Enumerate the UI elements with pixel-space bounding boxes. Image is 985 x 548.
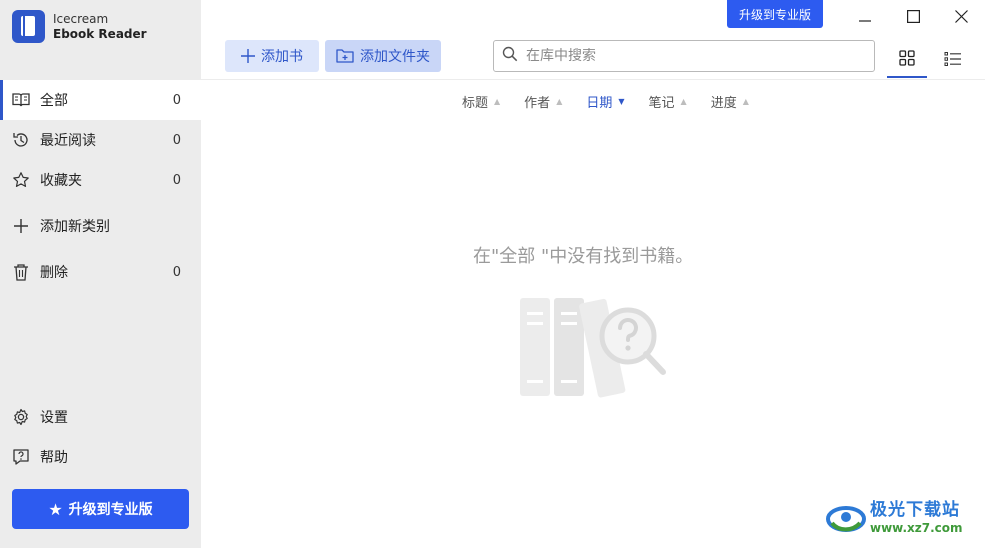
- empty-books-search-icon: [515, 292, 675, 406]
- search-box: [493, 40, 875, 72]
- sidebar-item-label: 全部: [40, 93, 68, 109]
- upgrade-top-button[interactable]: 升级到专业版: [727, 0, 823, 28]
- maximize-icon: [906, 9, 920, 23]
- folder-add-icon: [336, 48, 354, 64]
- sort-label: 作者: [524, 96, 551, 111]
- sort-up-icon: ▲: [494, 97, 501, 106]
- maximize-button[interactable]: [893, 2, 933, 30]
- add-book-button[interactable]: 添加书: [225, 40, 319, 72]
- watermark-url: www.xz7.com: [870, 521, 963, 535]
- grid-view-icon: [899, 50, 915, 66]
- grid-view-button[interactable]: [887, 40, 927, 78]
- app-name-line1: Icecream: [53, 11, 109, 26]
- sidebar-item-favorites[interactable]: 收藏夹 0: [0, 160, 201, 200]
- list-view-icon: [944, 52, 961, 66]
- sort-label: 标题: [462, 96, 489, 111]
- sort-label: 日期: [586, 96, 613, 111]
- book-open-icon: [12, 91, 30, 109]
- add-folder-label: 添加文件夹: [360, 49, 430, 65]
- sort-by-notes[interactable]: 笔记 ▲: [649, 92, 687, 111]
- star-icon: [12, 171, 30, 189]
- close-button[interactable]: [941, 2, 981, 30]
- sort-by-date[interactable]: 日期 ▼: [586, 92, 624, 111]
- app-logo-icon: [12, 10, 45, 43]
- minimize-icon: [859, 20, 871, 22]
- sort-by-author[interactable]: 作者 ▲: [524, 92, 562, 111]
- search-icon: [502, 46, 518, 66]
- sidebar-item-settings[interactable]: 设置: [0, 397, 201, 437]
- sidebar-bottom-nav: 设置 帮助: [0, 397, 201, 477]
- sidebar-item-label: 添加新类别: [40, 219, 110, 235]
- sidebar-item-count: 0: [172, 132, 181, 148]
- sort-up-icon: ▲: [680, 97, 687, 106]
- minimize-button[interactable]: [845, 2, 885, 30]
- watermark: 极光下载站 www.xz7.com: [826, 497, 963, 541]
- search-input[interactable]: [526, 48, 856, 64]
- upgrade-pro-label: 升级到专业版: [68, 502, 153, 518]
- app-name-line2: Ebook Reader: [53, 26, 147, 41]
- add-folder-button[interactable]: 添加文件夹: [325, 40, 441, 72]
- close-icon: [954, 9, 968, 23]
- sort-label: 笔记: [648, 96, 675, 111]
- watermark-logo-icon: [826, 497, 866, 541]
- sort-up-icon: ▲: [556, 97, 563, 106]
- sort-by-progress[interactable]: 进度 ▲: [711, 92, 749, 111]
- sort-label: 进度: [710, 96, 737, 111]
- sort-up-icon: ▲: [742, 97, 749, 106]
- sidebar-item-label: 最近阅读: [40, 133, 96, 149]
- sidebar-item-help[interactable]: 帮助: [0, 437, 201, 477]
- sort-by-title[interactable]: 标题 ▲: [462, 92, 500, 111]
- watermark-title: 极光下载站: [870, 500, 960, 520]
- plus-icon: [12, 217, 30, 235]
- sidebar-item-all[interactable]: 全部 0: [0, 80, 201, 120]
- sidebar-item-recent[interactable]: 最近阅读 0: [0, 120, 201, 160]
- sidebar-item-label: 帮助: [40, 450, 68, 466]
- sidebar-item-add-category[interactable]: 添加新类别: [0, 206, 201, 246]
- app-brand: Icecream Ebook Reader: [12, 10, 147, 43]
- sidebar-item-count: 0: [172, 172, 181, 188]
- sidebar-item-label: 收藏夹: [40, 173, 82, 189]
- gear-icon: [12, 408, 30, 426]
- sidebar-item-label: 设置: [40, 410, 68, 426]
- star-filled-icon: ★: [48, 499, 63, 519]
- list-view-button[interactable]: [933, 40, 973, 78]
- trash-icon: [12, 263, 30, 281]
- add-book-label: 添加书: [261, 49, 303, 65]
- sort-down-icon: ▼: [618, 97, 625, 106]
- sidebar: Icecream Ebook Reader 全部 0 最近阅读 0 收藏夹 0: [0, 0, 201, 548]
- sidebar-item-count: 0: [172, 264, 181, 280]
- sort-bar: 标题 ▲ 作者 ▲ 日期 ▼ 笔记 ▲ 进度 ▲: [462, 92, 773, 111]
- header-divider: [201, 79, 985, 80]
- empty-state-message: 在"全部 "中没有找到书籍。: [473, 246, 694, 267]
- plus-icon: [241, 49, 255, 63]
- help-icon: [12, 448, 30, 466]
- sidebar-item-label: 删除: [40, 265, 68, 281]
- sidebar-item-trash[interactable]: 删除 0: [0, 252, 201, 292]
- upgrade-pro-button[interactable]: ★ 升级到专业版: [12, 489, 189, 529]
- sidebar-nav: 全部 0 最近阅读 0 收藏夹 0 添加新类别 删除 0: [0, 80, 201, 292]
- sidebar-item-count: 0: [172, 92, 181, 108]
- history-icon: [12, 131, 30, 149]
